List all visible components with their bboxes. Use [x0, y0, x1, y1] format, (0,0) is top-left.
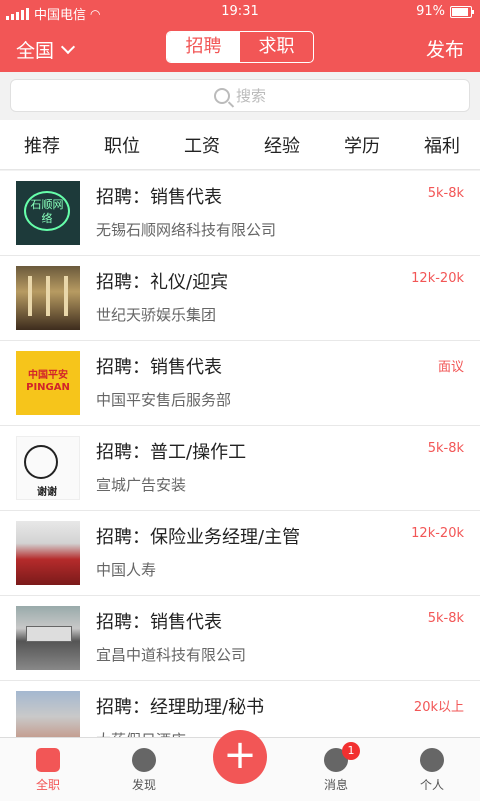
company-name: 无锡石顺网络科技有限公司: [96, 221, 277, 239]
filter-position[interactable]: 职位: [104, 132, 140, 158]
filter-bar: 推荐 职位 工资 经验 学历 福利: [0, 120, 480, 170]
company-logo: 石顺网络: [16, 181, 80, 245]
publish-button[interactable]: 发布: [426, 35, 464, 62]
message-badge: 1: [342, 742, 360, 760]
job-list-item[interactable]: 石顺网络 招聘：销售代表 无锡石顺网络科技有限公司 5k-8k: [0, 171, 480, 256]
search-area: 搜索: [0, 72, 480, 120]
tab-discover[interactable]: 发现: [104, 744, 184, 793]
job-title: 招聘：经理助理/秘书: [96, 697, 265, 718]
filter-recommended[interactable]: 推荐: [24, 132, 60, 158]
company-photo: [16, 691, 80, 737]
compass-icon: [132, 748, 156, 772]
company-name: 大药假日酒店: [96, 729, 186, 737]
tab-label: 全职: [35, 778, 60, 792]
chevron-down-icon: [60, 39, 76, 55]
salary-label: 5k-8k: [427, 611, 464, 626]
mode-segmented-control: 招聘 求职: [166, 31, 314, 63]
bottom-tab-bar: 全职 发现 + 1 消息 个人: [0, 730, 480, 801]
user-icon: [420, 748, 444, 772]
salary-label: 面议: [437, 360, 464, 375]
segment-recruit[interactable]: 招聘: [167, 32, 240, 62]
region-selector[interactable]: 全国: [16, 36, 76, 63]
top-bar: 全国 招聘 求职 发布: [0, 24, 480, 72]
segment-job-seek[interactable]: 求职: [240, 32, 313, 62]
company-name: 宣城广告安装: [96, 476, 187, 494]
tab-messages[interactable]: 1 消息: [296, 742, 376, 793]
tab-label: 消息: [323, 778, 348, 792]
job-list-item[interactable]: 招聘：保险业务经理/主管 中国人寿 12k-20k: [0, 511, 480, 596]
salary-label: 5k-8k: [427, 186, 464, 201]
tab-label: 发现: [131, 778, 156, 792]
tab-profile[interactable]: 个人: [392, 744, 472, 793]
battery-percent: 91%: [416, 4, 445, 19]
filter-benefits[interactable]: 福利: [424, 132, 460, 158]
job-list-item[interactable]: 招聘：礼仪/迎宾 世纪天骄娱乐集团 12k-20k: [0, 256, 480, 341]
search-input[interactable]: 搜索: [10, 79, 470, 112]
company-name: 中国人寿: [96, 561, 157, 579]
job-title: 招聘：销售代表: [96, 357, 222, 378]
company-name: 中国平安售后服务部: [96, 391, 232, 409]
company-logo: 中国平安 PINGAN: [16, 351, 80, 415]
filter-salary[interactable]: 工资: [184, 132, 220, 158]
tab-label: 个人: [419, 778, 444, 792]
job-list-item[interactable]: 招聘：经理助理/秘书 大药假日酒店 20k以上: [0, 681, 480, 737]
region-label: 全国: [16, 40, 55, 62]
filter-experience[interactable]: 经验: [264, 132, 300, 158]
add-post-button[interactable]: +: [213, 730, 267, 784]
search-icon: [213, 87, 230, 104]
job-title: 招聘：礼仪/迎宾: [96, 272, 229, 293]
job-list-item[interactable]: 招聘：销售代表 宜昌中道科技有限公司 5k-8k: [0, 596, 480, 681]
job-list-item[interactable]: 中国平安 PINGAN 招聘：销售代表 中国平安售后服务部 面议: [0, 341, 480, 426]
salary-label: 12k-20k: [411, 526, 464, 541]
salary-label: 20k以上: [413, 700, 464, 715]
battery-icon: [450, 5, 474, 18]
job-list-item[interactable]: 谢谢 招聘：普工/操作工 宣城广告安装 5k-8k: [0, 426, 480, 511]
salary-label: 12k-20k: [411, 271, 464, 286]
company-name: 世纪天骄娱乐集团: [96, 306, 217, 324]
job-title: 招聘：普工/操作工: [96, 442, 247, 463]
briefcase-icon: [36, 748, 60, 772]
company-photo: [16, 606, 80, 670]
search-placeholder: 搜索: [235, 87, 266, 105]
job-title: 招聘：销售代表: [96, 612, 222, 633]
tab-fulltime[interactable]: 全职: [8, 744, 88, 793]
company-photo: [16, 521, 80, 585]
job-title: 招聘：销售代表: [96, 187, 222, 208]
job-list: 石顺网络 招聘：销售代表 无锡石顺网络科技有限公司 5k-8k 招聘：礼仪/迎宾…: [0, 171, 480, 737]
company-logo: 谢谢: [16, 436, 80, 500]
company-name: 宜昌中道科技有限公司: [96, 646, 247, 664]
company-photo: [16, 266, 80, 330]
plus-icon: +: [223, 732, 257, 778]
job-title: 招聘：保险业务经理/主管: [96, 527, 301, 548]
status-bar: 中国电信 ◠ 19:31 91%: [0, 0, 480, 24]
clock: 19:31: [221, 4, 259, 19]
salary-label: 5k-8k: [427, 441, 464, 456]
filter-education[interactable]: 学历: [344, 132, 380, 158]
